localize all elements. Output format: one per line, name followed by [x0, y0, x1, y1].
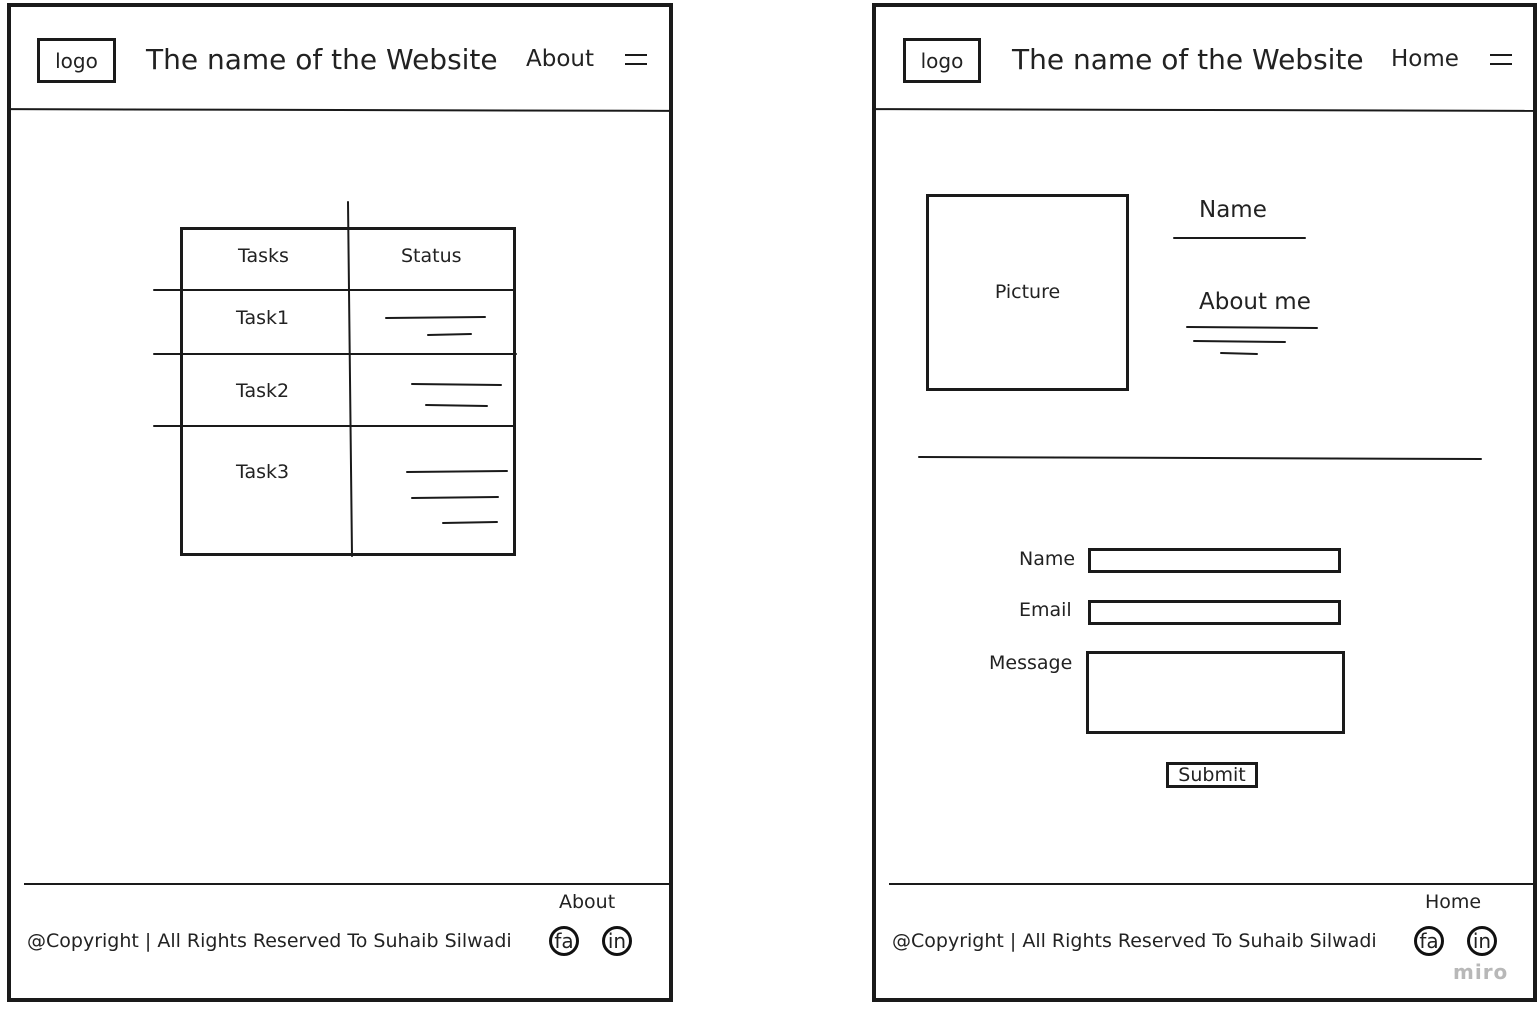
name-input[interactable]: [1088, 548, 1341, 573]
section-divider: [918, 456, 1482, 460]
message-textarea[interactable]: [1086, 651, 1345, 734]
about-underline: [1186, 326, 1318, 329]
form-name-label: Name: [1019, 548, 1076, 570]
footer-nav-link-home[interactable]: Home: [1425, 893, 1481, 912]
about-scribble: [1193, 340, 1286, 343]
form-email-label: Email: [1019, 599, 1072, 621]
miro-watermark: miro: [1453, 960, 1509, 984]
submit-button[interactable]: Submit: [1166, 762, 1258, 788]
facebook-icon[interactable]: fa: [1414, 926, 1444, 956]
email-input[interactable]: [1088, 600, 1341, 625]
footer-divider: [889, 883, 1534, 885]
form-message-label: Message: [989, 652, 1073, 674]
submit-label: Submit: [1178, 763, 1246, 786]
about-scribble: [1220, 352, 1258, 355]
footer-copyright: @Copyright | All Rights Reserved To Suha…: [892, 930, 1377, 952]
linkedin-icon[interactable]: in: [1467, 926, 1497, 956]
profile-sketch-lines: [918, 237, 1482, 460]
